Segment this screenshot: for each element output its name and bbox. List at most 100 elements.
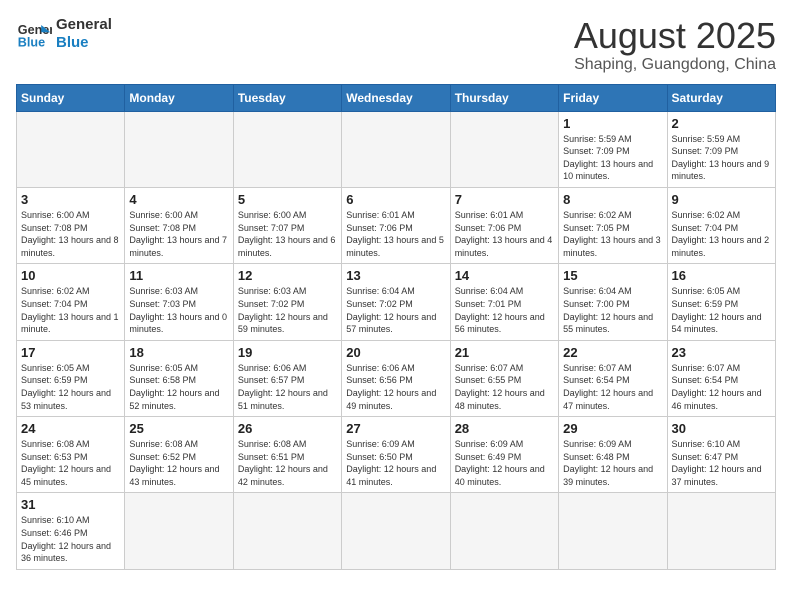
table-row: 28Sunrise: 6:09 AM Sunset: 6:49 PM Dayli… xyxy=(450,417,558,493)
day-info: Sunrise: 6:07 AM Sunset: 6:54 PM Dayligh… xyxy=(672,362,771,412)
header-monday: Monday xyxy=(125,84,233,111)
day-number: 3 xyxy=(21,192,120,207)
table-row: 31Sunrise: 6:10 AM Sunset: 6:46 PM Dayli… xyxy=(17,493,125,569)
title-area: August 2025 Shaping, Guangdong, China xyxy=(574,16,776,74)
header-wednesday: Wednesday xyxy=(342,84,450,111)
table-row xyxy=(125,493,233,569)
table-row: 8 Sunrise: 6:02 AM Sunset: 7:05 PM Daylig… xyxy=(559,187,667,263)
day-info: Sunrise: 6:08 AM Sunset: 6:53 PM Dayligh… xyxy=(21,438,120,488)
table-row xyxy=(450,493,558,569)
day-number: 16 xyxy=(672,268,771,283)
day-info: Sunrise: 5:59 AM Sunset: 7:09 PM Dayligh… xyxy=(563,133,662,183)
day-number: 7 xyxy=(455,192,554,207)
table-row: 12 Sunrise: 6:03 AM Sunset: 7:02 PM Dayli… xyxy=(233,264,341,340)
day-number: 17 xyxy=(21,345,120,360)
day-number: 12 xyxy=(238,268,337,283)
table-row: 14 Sunrise: 6:04 AM Sunset: 7:01 PM Dayli… xyxy=(450,264,558,340)
table-row: 2Sunrise: 5:59 AM Sunset: 7:09 PM Daylig… xyxy=(667,111,775,187)
day-info: Sunrise: 6:05 AM Sunset: 6:59 PM Dayligh… xyxy=(672,285,771,335)
day-info: Sunrise: 6:09 AM Sunset: 6:50 PM Dayligh… xyxy=(346,438,445,488)
table-row: 11Sunrise: 6:03 AM Sunset: 7:03 PM Dayli… xyxy=(125,264,233,340)
table-row: 23 Sunrise: 6:07 AM Sunset: 6:54 PM Dayli… xyxy=(667,340,775,416)
day-info: Sunrise: 6:00 AM Sunset: 7:08 PM Dayligh… xyxy=(129,209,228,259)
day-info: Sunrise: 5:59 AM Sunset: 7:09 PM Dayligh… xyxy=(672,133,771,183)
table-row: 25 Sunrise: 6:08 AM Sunset: 6:52 PM Dayli… xyxy=(125,417,233,493)
header-thursday: Thursday xyxy=(450,84,558,111)
table-row: 13 Sunrise: 6:04 AM Sunset: 7:02 PM Dayli… xyxy=(342,264,450,340)
location-subtitle: Shaping, Guangdong, China xyxy=(574,56,776,74)
table-row: 3 Sunrise: 6:00 AM Sunset: 7:08 PM Daylig… xyxy=(17,187,125,263)
day-info: Sunrise: 6:04 AM Sunset: 7:01 PM Dayligh… xyxy=(455,285,554,335)
day-info: Sunrise: 6:05 AM Sunset: 6:58 PM Dayligh… xyxy=(129,362,228,412)
day-info: Sunrise: 6:08 AM Sunset: 6:52 PM Dayligh… xyxy=(129,438,228,488)
table-row: 5 Sunrise: 6:00 AM Sunset: 7:07 PM Daylig… xyxy=(233,187,341,263)
table-row: 6Sunrise: 6:01 AM Sunset: 7:06 PM Daylig… xyxy=(342,187,450,263)
day-number: 21 xyxy=(455,345,554,360)
table-row: 27 Sunrise: 6:09 AM Sunset: 6:50 PM Dayli… xyxy=(342,417,450,493)
table-row: 29 Sunrise: 6:09 AM Sunset: 6:48 PM Dayli… xyxy=(559,417,667,493)
day-info: Sunrise: 6:03 AM Sunset: 7:02 PM Dayligh… xyxy=(238,285,337,335)
table-row xyxy=(17,111,125,187)
day-number: 22 xyxy=(563,345,662,360)
day-info: Sunrise: 6:04 AM Sunset: 7:00 PM Dayligh… xyxy=(563,285,662,335)
day-number: 15 xyxy=(563,268,662,283)
header-friday: Friday xyxy=(559,84,667,111)
table-row: 7 Sunrise: 6:01 AM Sunset: 7:06 PM Daylig… xyxy=(450,187,558,263)
table-row xyxy=(559,493,667,569)
day-number: 27 xyxy=(346,421,445,436)
table-row xyxy=(342,111,450,187)
day-number: 1 xyxy=(563,116,662,131)
day-info: Sunrise: 6:04 AM Sunset: 7:02 PM Dayligh… xyxy=(346,285,445,335)
table-row xyxy=(233,111,341,187)
table-row: 21Sunrise: 6:07 AM Sunset: 6:55 PM Dayli… xyxy=(450,340,558,416)
day-number: 24 xyxy=(21,421,120,436)
day-number: 20 xyxy=(346,345,445,360)
table-row: 4Sunrise: 6:00 AM Sunset: 7:08 PM Daylig… xyxy=(125,187,233,263)
day-info: Sunrise: 6:00 AM Sunset: 7:07 PM Dayligh… xyxy=(238,209,337,259)
day-number: 30 xyxy=(672,421,771,436)
header-tuesday: Tuesday xyxy=(233,84,341,111)
header-saturday: Saturday xyxy=(667,84,775,111)
table-row: 9 Sunrise: 6:02 AM Sunset: 7:04 PM Daylig… xyxy=(667,187,775,263)
logo-icon: General Blue xyxy=(16,16,52,52)
table-row: 20 Sunrise: 6:06 AM Sunset: 6:56 PM Dayli… xyxy=(342,340,450,416)
header-sunday: Sunday xyxy=(17,84,125,111)
logo-blue-text: Blue xyxy=(56,34,112,52)
day-info: Sunrise: 6:00 AM Sunset: 7:08 PM Dayligh… xyxy=(21,209,120,259)
day-info: Sunrise: 6:10 AM Sunset: 6:47 PM Dayligh… xyxy=(672,438,771,488)
table-row: 19Sunrise: 6:06 AM Sunset: 6:57 PM Dayli… xyxy=(233,340,341,416)
day-number: 10 xyxy=(21,268,120,283)
table-row: 15 Sunrise: 6:04 AM Sunset: 7:00 PM Dayli… xyxy=(559,264,667,340)
day-info: Sunrise: 6:02 AM Sunset: 7:05 PM Dayligh… xyxy=(563,209,662,259)
day-number: 25 xyxy=(129,421,228,436)
day-info: Sunrise: 6:06 AM Sunset: 6:56 PM Dayligh… xyxy=(346,362,445,412)
day-number: 5 xyxy=(238,192,337,207)
day-number: 29 xyxy=(563,421,662,436)
table-row: 26Sunrise: 6:08 AM Sunset: 6:51 PM Dayli… xyxy=(233,417,341,493)
day-number: 14 xyxy=(455,268,554,283)
day-number: 13 xyxy=(346,268,445,283)
day-number: 31 xyxy=(21,497,120,512)
day-info: Sunrise: 6:07 AM Sunset: 6:54 PM Dayligh… xyxy=(563,362,662,412)
table-row xyxy=(125,111,233,187)
month-title: August 2025 xyxy=(574,16,776,56)
day-info: Sunrise: 6:08 AM Sunset: 6:51 PM Dayligh… xyxy=(238,438,337,488)
day-number: 23 xyxy=(672,345,771,360)
table-row: 10Sunrise: 6:02 AM Sunset: 7:04 PM Dayli… xyxy=(17,264,125,340)
day-info: Sunrise: 6:09 AM Sunset: 6:48 PM Dayligh… xyxy=(563,438,662,488)
day-number: 6 xyxy=(346,192,445,207)
day-number: 18 xyxy=(129,345,228,360)
day-info: Sunrise: 6:05 AM Sunset: 6:59 PM Dayligh… xyxy=(21,362,120,412)
day-info: Sunrise: 6:03 AM Sunset: 7:03 PM Dayligh… xyxy=(129,285,228,335)
day-number: 9 xyxy=(672,192,771,207)
day-info: Sunrise: 6:06 AM Sunset: 6:57 PM Dayligh… xyxy=(238,362,337,412)
page-header: General Blue General Blue August 2025 Sh… xyxy=(16,16,776,74)
table-row xyxy=(667,493,775,569)
table-row: 24 Sunrise: 6:08 AM Sunset: 6:53 PM Dayli… xyxy=(17,417,125,493)
day-info: Sunrise: 6:01 AM Sunset: 7:06 PM Dayligh… xyxy=(455,209,554,259)
table-row: 30 Sunrise: 6:10 AM Sunset: 6:47 PM Dayli… xyxy=(667,417,775,493)
table-row xyxy=(342,493,450,569)
day-info: Sunrise: 6:02 AM Sunset: 7:04 PM Dayligh… xyxy=(672,209,771,259)
day-number: 28 xyxy=(455,421,554,436)
day-number: 8 xyxy=(563,192,662,207)
